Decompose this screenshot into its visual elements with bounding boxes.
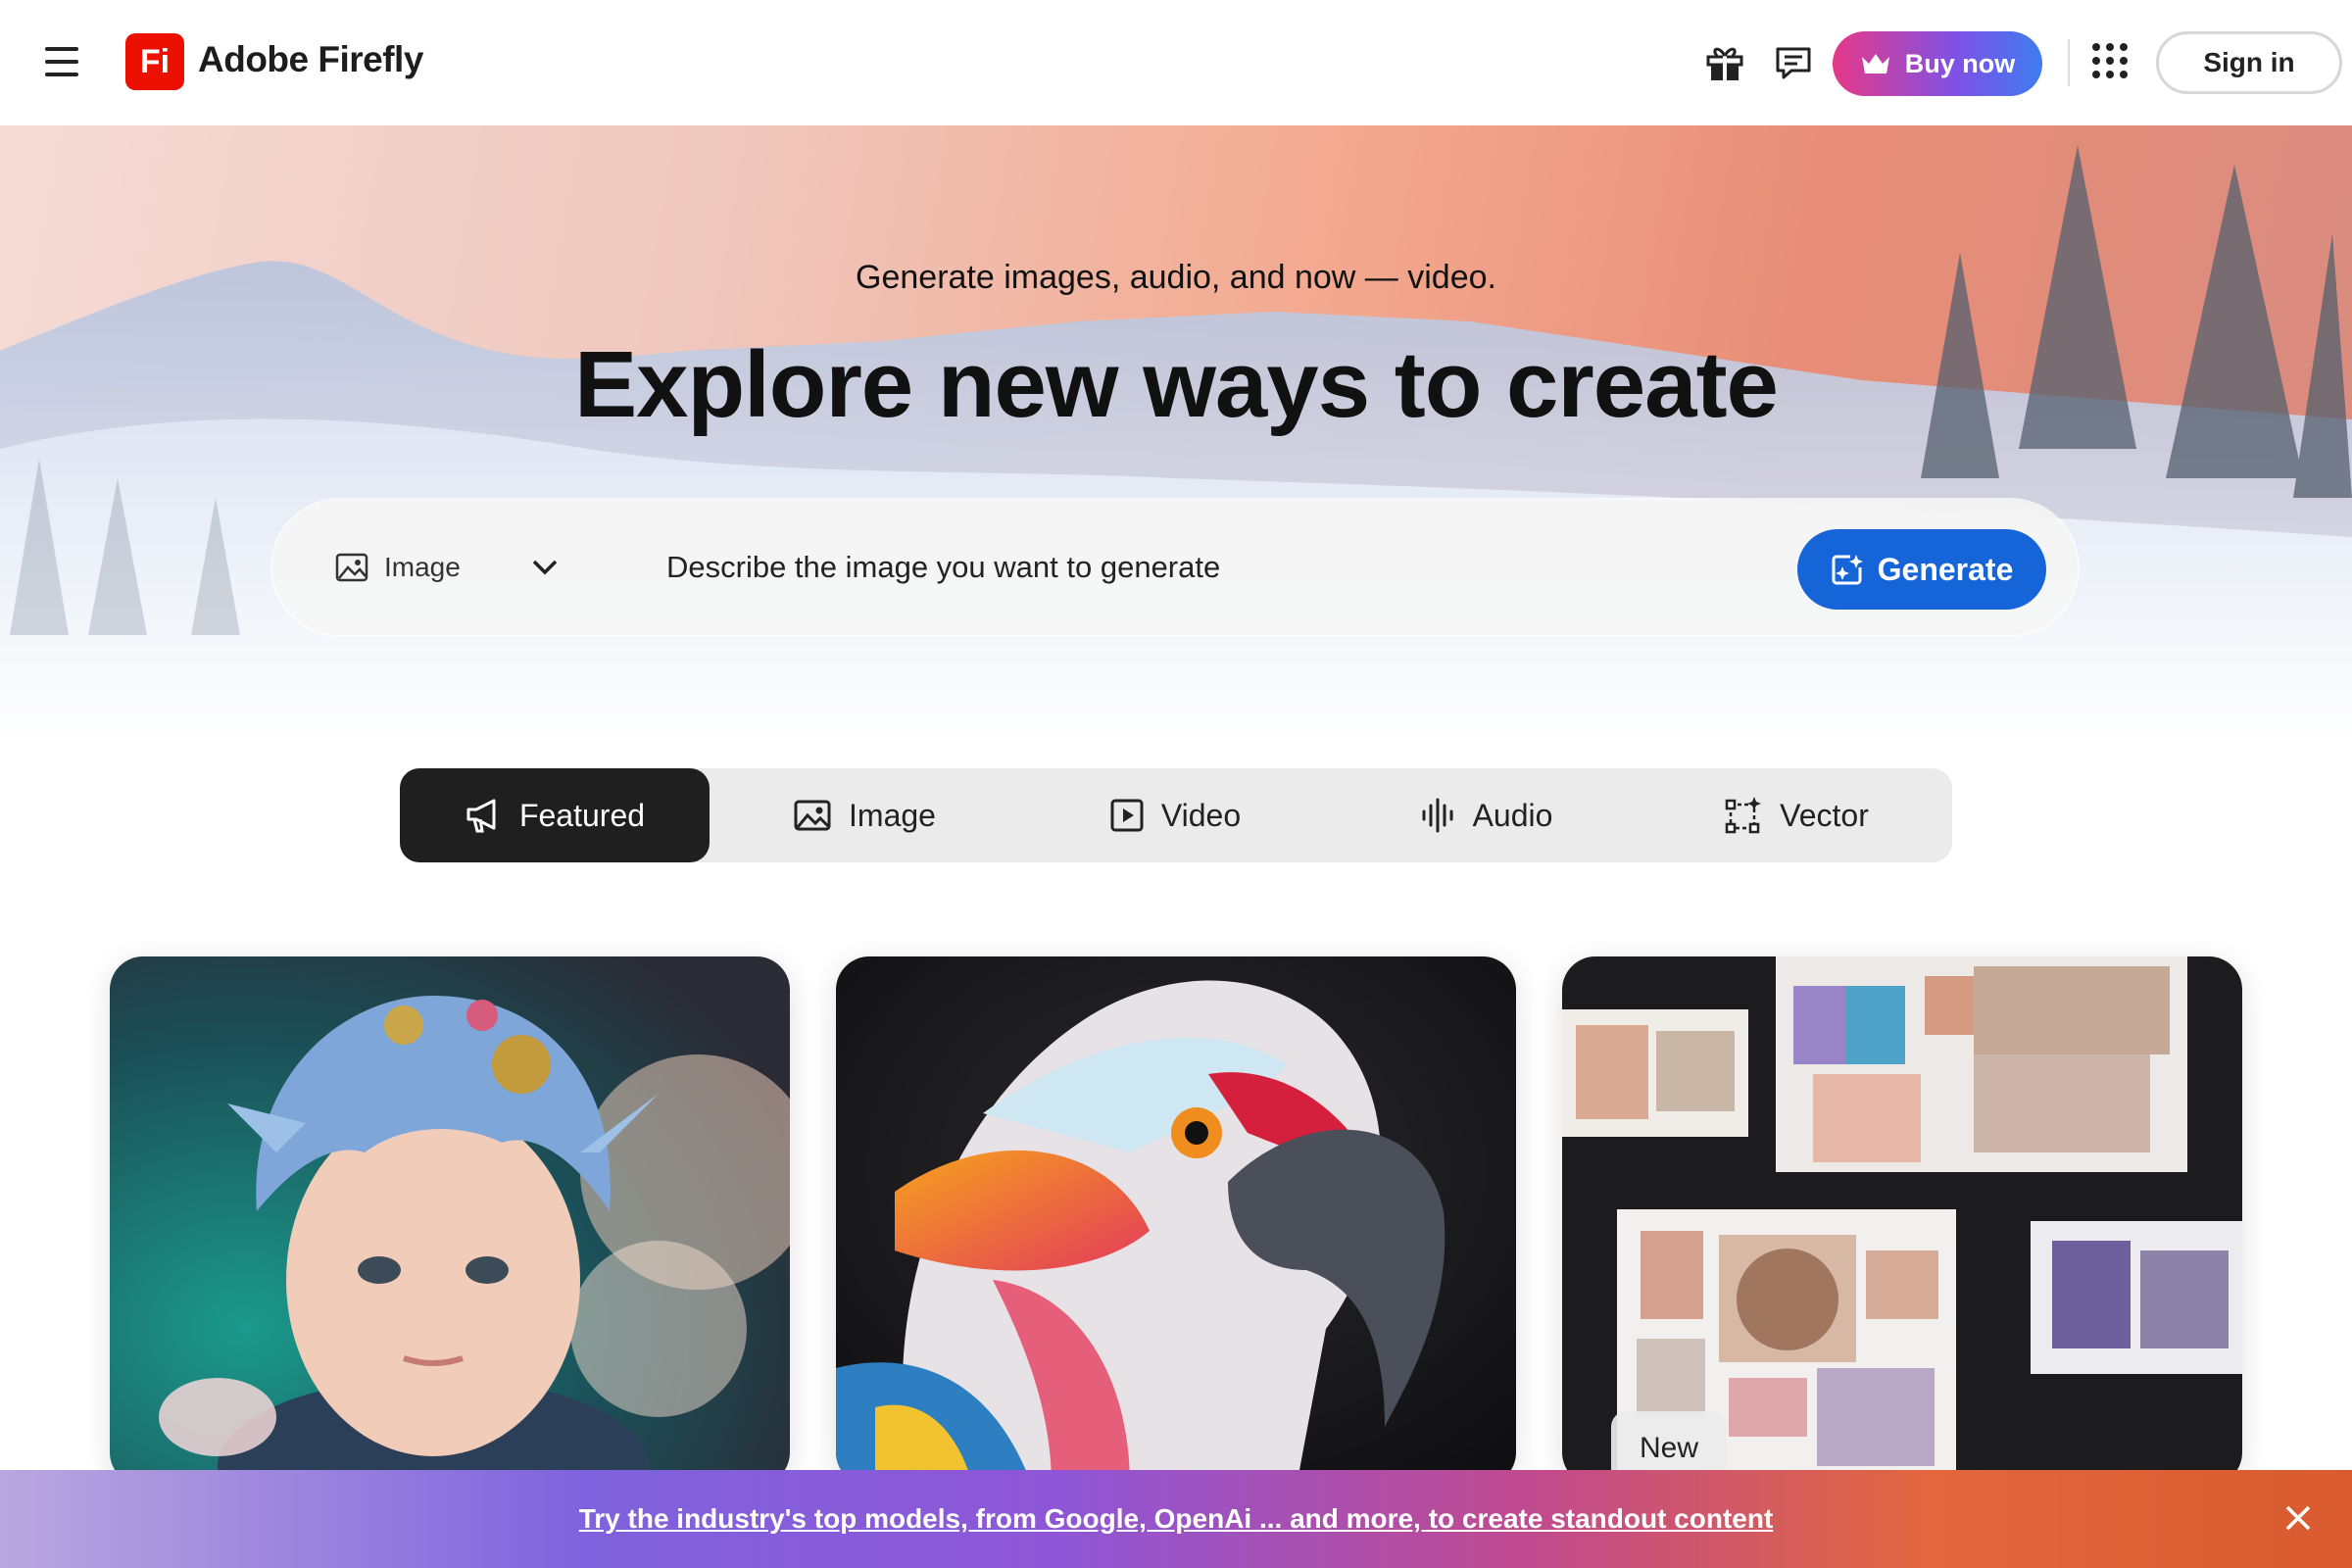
promo-banner: Try the industry's top models, from Goog…: [0, 1470, 2352, 1568]
tab-image[interactable]: Image: [710, 768, 1020, 862]
hamburger-icon[interactable]: [45, 47, 78, 76]
sparkle-edit-icon: [1832, 555, 1863, 585]
promo-banner-link[interactable]: Try the industry's top models, from Goog…: [579, 1503, 1774, 1535]
megaphone-icon: [466, 799, 496, 833]
featured-card-parrot[interactable]: [836, 956, 1516, 1486]
image-icon: [335, 553, 368, 582]
image-icon: [794, 800, 831, 831]
tab-label: Audio: [1472, 797, 1553, 833]
chat-icon[interactable]: [1772, 41, 1815, 84]
sign-in-button[interactable]: Sign in: [2156, 31, 2342, 94]
tab-label: Image: [849, 797, 936, 833]
play-icon: [1110, 799, 1144, 832]
buy-now-label: Buy now: [1904, 48, 2016, 78]
generation-type-label: Image: [384, 552, 461, 582]
featured-card-moodboard[interactable]: New: [1562, 956, 2242, 1486]
buy-now-button[interactable]: Buy now: [1833, 31, 2042, 96]
parrot-image: [836, 956, 1516, 1486]
header-divider: [2068, 39, 2070, 86]
app-grid-icon[interactable]: [2092, 43, 2128, 78]
prompt-input[interactable]: [664, 537, 1648, 598]
close-icon[interactable]: [2281, 1501, 2315, 1535]
crown-icon: [1861, 54, 1889, 74]
top-bar: Fi Adobe Firefly Buy now Sign in: [0, 0, 2352, 125]
prompt-bar: Image Generate: [272, 500, 2078, 635]
gift-icon[interactable]: [1703, 41, 1746, 84]
tab-video[interactable]: Video: [1020, 768, 1331, 862]
generation-type-dropdown[interactable]: Image: [335, 543, 559, 592]
chevron-down-icon: [532, 560, 558, 575]
audio-wave-icon: [1422, 798, 1453, 833]
tab-label: Featured: [518, 797, 646, 833]
firefly-logo[interactable]: Fi: [125, 33, 184, 90]
hero-section: Generate images, audio, and now — video.…: [0, 125, 2352, 745]
generate-button[interactable]: Generate: [1797, 529, 2046, 610]
tab-label: Vector: [1780, 797, 1869, 833]
portrait-image: [110, 956, 790, 1486]
generate-label: Generate: [1877, 551, 2014, 587]
tab-audio[interactable]: Audio: [1331, 768, 1642, 862]
category-tabs: Featured Image Video Audio Vector: [400, 768, 1952, 862]
hero-subtitle: Generate images, audio, and now — video.: [856, 259, 1496, 296]
tab-featured[interactable]: Featured: [400, 768, 710, 862]
moodboard-image: [1562, 956, 2242, 1486]
vector-icon: [1725, 797, 1762, 834]
tab-label: Video: [1160, 797, 1242, 833]
brand-name[interactable]: Adobe Firefly: [198, 39, 423, 80]
hero-title: Explore new ways to create: [574, 332, 1779, 437]
featured-card-portrait[interactable]: [110, 956, 790, 1486]
tab-vector[interactable]: Vector: [1642, 768, 1952, 862]
